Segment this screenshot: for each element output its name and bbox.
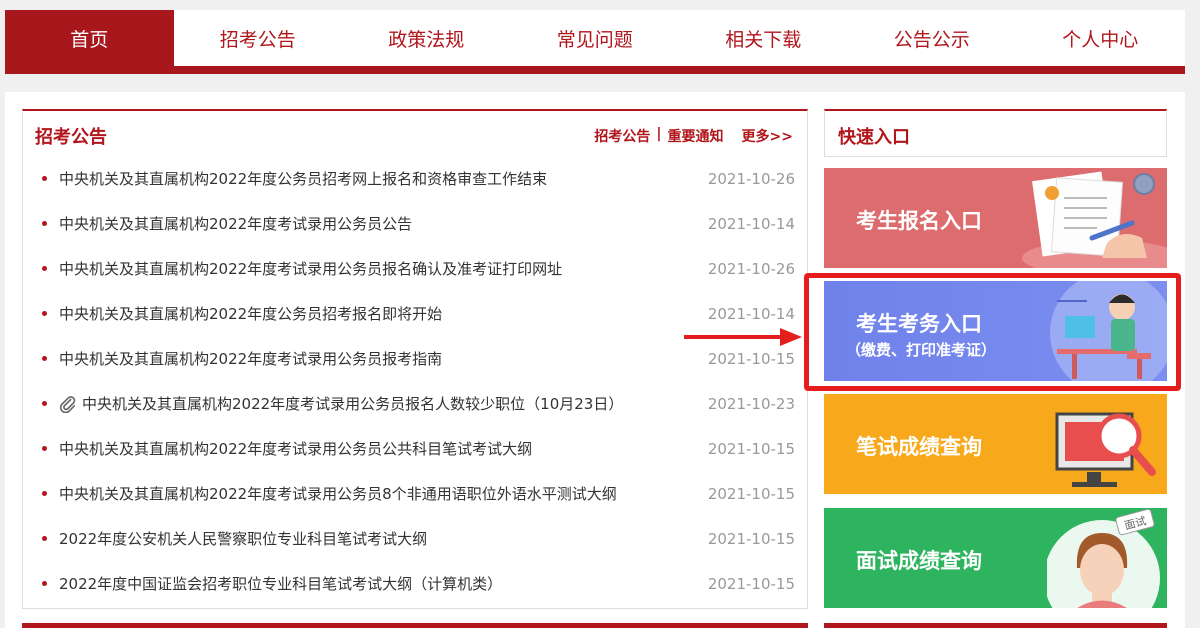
news-title[interactable]: 中央机关及其直属机构2022年度考试录用公务员8个非通用语职位外语水平测试大纲 — [59, 483, 617, 504]
list-item[interactable]: 中央机关及其直属机构2022年度公务员招考网上报名和资格审查工作结束 2021-… — [23, 156, 807, 201]
news-date: 2021-10-15 — [707, 484, 795, 503]
registration-entry-label: 考生报名入口 — [856, 209, 982, 233]
bullet-icon — [42, 401, 47, 406]
exam-affairs-entry-card[interactable]: 考生考务入口 （缴费、打印准考证） — [824, 281, 1167, 381]
nav-item-recruitment[interactable]: 招考公告 — [174, 10, 343, 66]
list-item[interactable]: 中央机关及其直属机构2022年度考试录用公务员8个非通用语职位外语水平测试大纲 … — [23, 471, 807, 516]
quick-entry-header: 快速入口 — [824, 109, 1167, 157]
bullet-icon — [42, 176, 47, 181]
list-item[interactable]: 2022年度中国证监会招考职位专业科目笔试考试大纲（计算机类） 2021-10-… — [23, 561, 807, 606]
quick-bottom-border — [824, 623, 1167, 628]
bullet-icon — [42, 536, 47, 541]
nav-item-downloads[interactable]: 相关下载 — [679, 10, 848, 66]
top-navigation: 首页 招考公告 政策法规 常见问题 相关下载 公告公示 个人中心 — [5, 10, 1185, 74]
bullet-icon — [42, 311, 47, 316]
registration-illustration-icon — [1022, 171, 1167, 268]
news-date: 2021-10-15 — [707, 529, 795, 548]
notice-panel-title: 招考公告 — [35, 127, 107, 148]
written-score-entry-card[interactable]: 笔试成绩查询 — [824, 394, 1167, 494]
news-date: 2021-10-14 — [707, 214, 795, 233]
exam-affairs-illustration-icon — [1050, 281, 1167, 381]
recruitment-notice-link[interactable]: 招考公告 — [594, 126, 650, 146]
link-separator: | — [656, 126, 662, 142]
list-item[interactable]: 2022年度公安机关人民警察职位专业科目笔试考试大纲 2021-10-15 — [23, 516, 807, 561]
nav-item-personal[interactable]: 个人中心 — [1016, 10, 1185, 66]
bullet-icon — [42, 491, 47, 496]
interview-illustration-icon: 面试 — [1047, 508, 1160, 608]
quick-entry-title: 快速入口 — [838, 127, 910, 148]
news-title[interactable]: 2022年度中国证监会招考职位专业科目笔试考试大纲（计算机类） — [59, 573, 502, 594]
news-date: 2021-10-15 — [707, 574, 795, 593]
news-title-text: 中央机关及其直属机构2022年度考试录用公务员报名人数较少职位（10月23日） — [82, 395, 624, 413]
bullet-icon — [42, 446, 47, 451]
news-date: 2021-10-15 — [707, 439, 795, 458]
nav-items: 首页 招考公告 政策法规 常见问题 相关下载 公告公示 个人中心 — [5, 10, 1185, 66]
pointer-arrow-icon — [684, 328, 802, 346]
bullet-icon — [42, 356, 47, 361]
news-title[interactable]: 中央机关及其直属机构2022年度考试录用公务员报考指南 — [59, 348, 442, 369]
nav-item-home[interactable]: 首页 — [5, 10, 174, 66]
nav-item-announcements[interactable]: 公告公示 — [848, 10, 1017, 66]
news-title-with-attachment[interactable]: 中央机关及其直属机构2022年度考试录用公务员报名人数较少职位（10月23日） — [59, 393, 623, 414]
news-list: 中央机关及其直属机构2022年度公务员招考网上报名和资格审查工作结束 2021-… — [23, 156, 807, 606]
list-item[interactable]: 中央机关及其直属机构2022年度考试录用公务员报名确认及准考证打印网址 2021… — [23, 246, 807, 291]
bullet-icon — [42, 266, 47, 271]
nav-item-faq[interactable]: 常见问题 — [511, 10, 680, 66]
notice-panel-links: 招考公告 | 重要通知 更多>> — [594, 126, 793, 146]
news-title[interactable]: 2022年度公安机关人民警察职位专业科目笔试考试大纲 — [59, 528, 427, 549]
notice-panel: 招考公告 招考公告 | 重要通知 更多>> 中央机关及其直属机构2022年度公务… — [22, 109, 808, 609]
more-link[interactable]: 更多>> — [742, 126, 793, 146]
nav-underline-bar — [5, 66, 1185, 74]
news-date: 2021-10-14 — [707, 304, 795, 323]
news-title[interactable]: 中央机关及其直属机构2022年度公务员招考报名即将开始 — [59, 303, 442, 324]
main-panel: 招考公告 招考公告 | 重要通知 更多>> 中央机关及其直属机构2022年度公务… — [5, 92, 1185, 628]
interview-score-entry-label: 面试成绩查询 — [856, 549, 982, 573]
important-notice-link[interactable]: 重要通知 — [668, 126, 724, 146]
news-title[interactable]: 中央机关及其直属机构2022年度考试录用公务员报名确认及准考证打印网址 — [59, 258, 562, 279]
exam-affairs-entry-label: 考生考务入口 — [856, 312, 982, 336]
news-title[interactable]: 中央机关及其直属机构2022年度公务员招考网上报名和资格审查工作结束 — [59, 168, 547, 189]
news-date: 2021-10-26 — [707, 169, 795, 188]
news-date: 2021-10-26 — [707, 259, 795, 278]
news-title[interactable]: 中央机关及其直属机构2022年度考试录用公务员公告 — [59, 213, 412, 234]
written-score-illustration-icon — [1055, 412, 1156, 487]
news-date: 2021-10-15 — [707, 349, 795, 368]
news-date: 2021-10-23 — [707, 394, 795, 413]
interview-score-entry-card[interactable]: 面试成绩查询 面试 — [824, 508, 1167, 608]
list-item[interactable]: 中央机关及其直属机构2022年度考试录用公务员公告 2021-10-14 — [23, 201, 807, 246]
list-item[interactable]: 中央机关及其直属机构2022年度考试录用公务员报名人数较少职位（10月23日） … — [23, 381, 807, 426]
written-score-entry-label: 笔试成绩查询 — [856, 435, 982, 459]
bullet-icon — [42, 581, 47, 586]
nav-item-policy[interactable]: 政策法规 — [342, 10, 511, 66]
news-title[interactable]: 中央机关及其直属机构2022年度考试录用公务员公共科目笔试考试大纲 — [59, 438, 532, 459]
notice-bottom-border — [22, 623, 808, 628]
registration-entry-card[interactable]: 考生报名入口 — [824, 168, 1167, 268]
list-item[interactable]: 中央机关及其直属机构2022年度考试录用公务员公共科目笔试考试大纲 2021-1… — [23, 426, 807, 471]
bullet-icon — [42, 221, 47, 226]
exam-affairs-entry-sublabel: （缴费、打印准考证） — [846, 341, 997, 359]
paperclip-icon — [59, 395, 76, 413]
